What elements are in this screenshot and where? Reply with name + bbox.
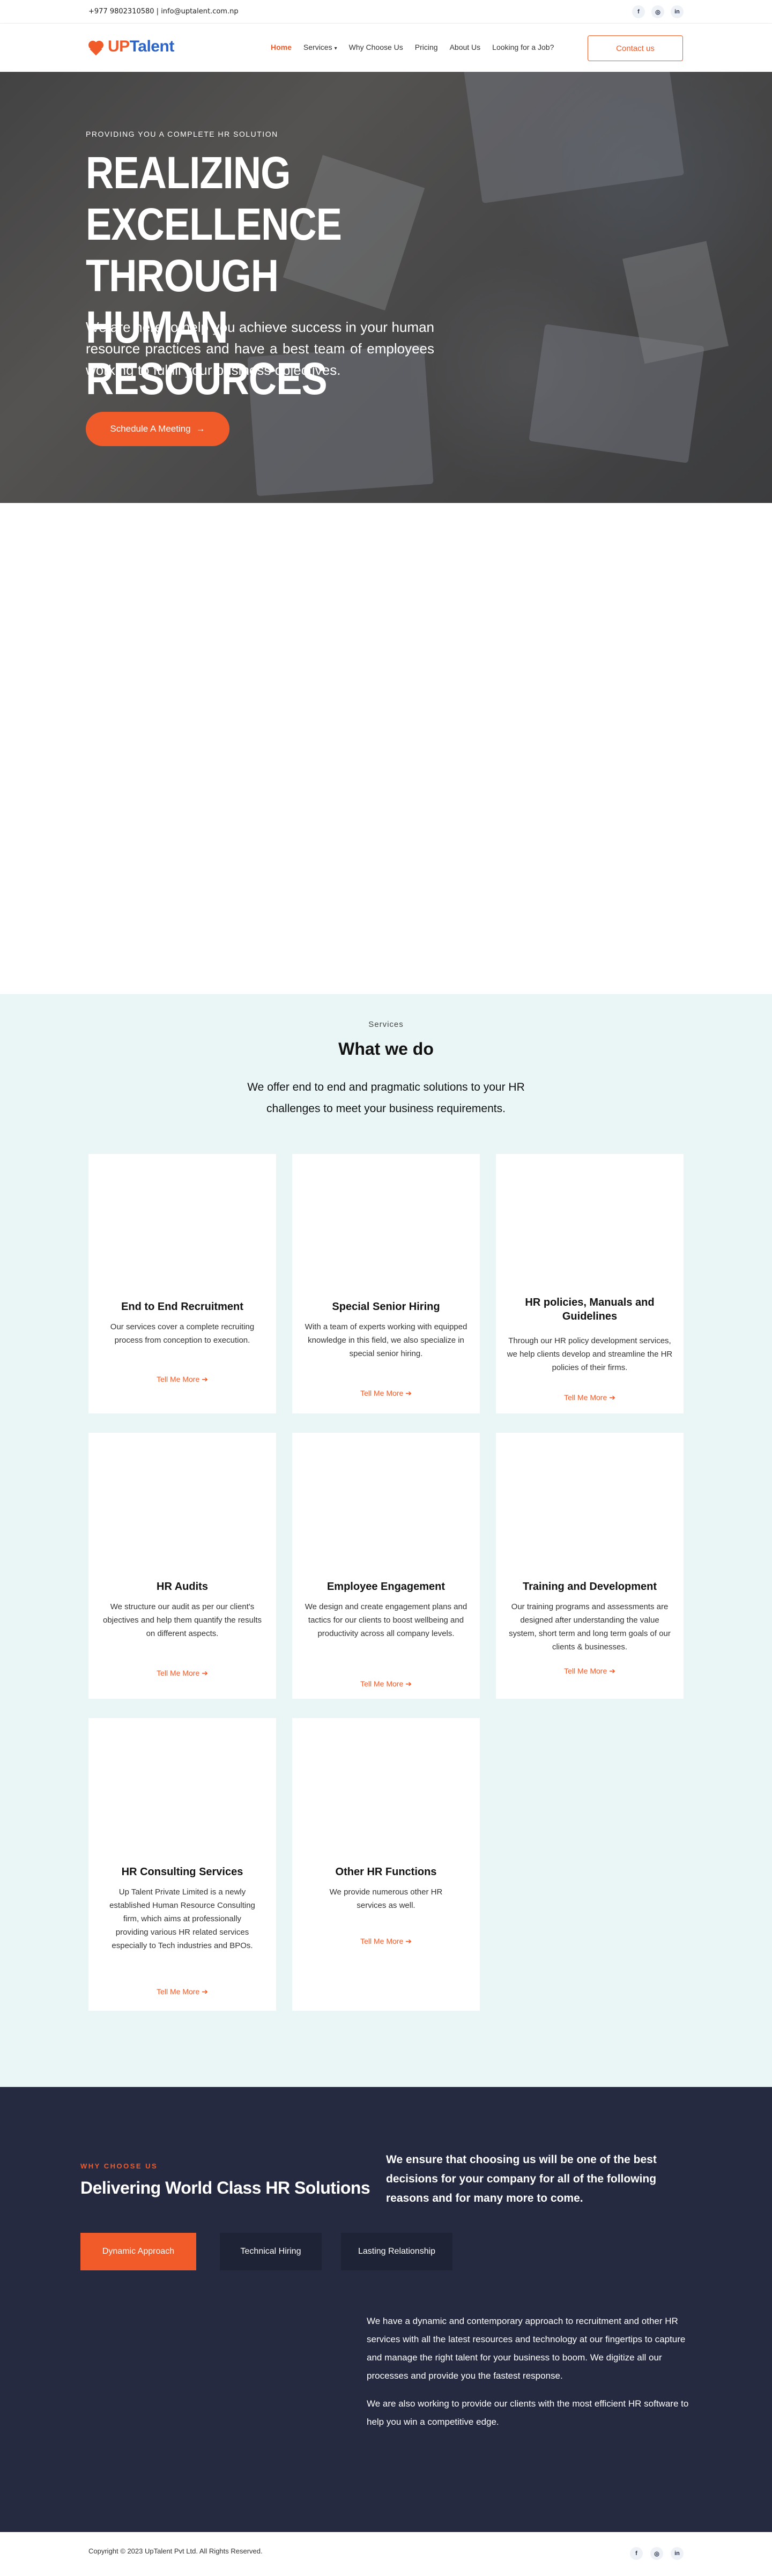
why-paragraph: We have a dynamic and contemporary appro… [367, 2316, 686, 2381]
service-card-title: HR Consulting Services [121, 1866, 243, 1878]
service-card-training: Training and Development Our training pr… [496, 1433, 684, 1699]
service-card-other-hr: Other HR Functions We provide numerous o… [292, 1718, 480, 2011]
tell-me-more-link[interactable]: Tell Me More ➔ [292, 1937, 480, 1946]
tell-me-more-link[interactable]: Tell Me More ➔ [88, 1987, 276, 1996]
service-card-employee-engagement: Employee Engagement We design and create… [292, 1433, 480, 1699]
why-title: Delivering World Class HR Solutions [80, 2178, 370, 2197]
site-header: UPTalent Home Services ▾ Why Choose Us Pr… [0, 24, 772, 72]
facebook-icon[interactable]: f [630, 2547, 643, 2560]
service-card-desc: We structure our audit as per our client… [102, 1602, 262, 1638]
tell-me-more-link[interactable]: Tell Me More ➔ [496, 1667, 684, 1676]
service-card-desc: With a team of experts working with equi… [305, 1322, 467, 1358]
service-card-desc: Our services cover a complete recruiting… [110, 1322, 255, 1345]
social-links-footer: f ◎ in [630, 2547, 684, 2560]
arrow-right-icon: ➔ [202, 1669, 208, 1677]
site-footer: Copyright © 2023 UpTalent Pvt Ltd. All R… [0, 2532, 772, 2576]
contact-info: +977 9802310580 | info@uptalent.com.np [88, 8, 239, 16]
arrow-right-icon: ➔ [405, 1679, 412, 1688]
tab-lasting-relationship[interactable]: Lasting Relationship [341, 2233, 452, 2270]
service-card-title: End to End Recruitment [121, 1301, 243, 1313]
logo[interactable]: UPTalent [88, 38, 174, 56]
arrow-right-icon: ➔ [609, 1393, 615, 1402]
service-card-title: HR Audits [157, 1581, 208, 1593]
nav-about-us[interactable]: About Us [450, 43, 481, 51]
why-choose-us-section: WHY CHOOSE US Delivering World Class HR … [0, 2087, 772, 2532]
tell-me-more-link[interactable]: Tell Me More ➔ [292, 1679, 480, 1689]
services-kicker: Services [368, 1020, 404, 1029]
main-nav: Home Services ▾ Why Choose Us Pricing Abo… [271, 43, 554, 51]
tell-me-more-label: Tell Me More [564, 1393, 607, 1402]
services-title: What we do [338, 1039, 434, 1058]
tell-me-more-link[interactable]: Tell Me More ➔ [88, 1375, 276, 1384]
tab-dynamic-approach[interactable]: Dynamic Approach [80, 2233, 196, 2270]
nav-home[interactable]: Home [271, 43, 292, 51]
tell-me-more-label: Tell Me More [157, 1375, 200, 1383]
schedule-meeting-label: Schedule A Meeting [110, 424, 191, 434]
services-subtitle: We offer end to end and pragmatic soluti… [247, 1081, 525, 1115]
service-card-desc: Our training programs and assessments ar… [509, 1602, 671, 1652]
service-card-senior-hiring: Special Senior Hiring With a team of exp… [292, 1154, 480, 1413]
services-section: Services What we do We offer end to end … [0, 994, 772, 2087]
copyright-text: Copyright © 2023 UpTalent Pvt Ltd. All R… [88, 2547, 263, 2555]
service-card-desc: Through our HR policy development servic… [507, 1336, 673, 1372]
schedule-meeting-button[interactable]: Schedule A Meeting → [86, 412, 229, 446]
tell-me-more-label: Tell Me More [157, 1669, 200, 1677]
arrow-right-icon: ➔ [609, 1667, 615, 1675]
nav-looking-for-job[interactable]: Looking for a Job? [492, 43, 554, 51]
nav-services[interactable]: Services ▾ [303, 43, 337, 51]
service-card-title: Special Senior Hiring [332, 1301, 440, 1313]
hero-section: PROVIDING YOU A COMPLETE HR SOLUTION REA… [0, 72, 772, 503]
hero-text: We are here to help you achieve success … [86, 319, 434, 378]
arrow-right-icon: ➔ [405, 1937, 412, 1945]
service-card-hr-audits: HR Audits We structure our audit as per … [88, 1433, 276, 1699]
logo-heart-icon [88, 39, 105, 56]
tell-me-more-link[interactable]: Tell Me More ➔ [496, 1393, 684, 1402]
hero-title-line: EXCELLENCE THROUGH [86, 199, 342, 301]
tell-me-more-link[interactable]: Tell Me More ➔ [88, 1669, 276, 1678]
service-card-recruitment: End to End Recruitment Our services cove… [88, 1154, 276, 1413]
service-card-title: Employee Engagement [326, 1581, 446, 1593]
linkedin-icon[interactable]: in [671, 5, 684, 18]
service-card-desc: We design and create engagement plans an… [305, 1602, 467, 1638]
service-card-title: Other HR Functions [335, 1866, 437, 1878]
tell-me-more-label: Tell Me More [360, 1937, 404, 1945]
contact-us-button[interactable]: Contact us [588, 35, 683, 61]
service-card-desc: We provide numerous other HR services as… [329, 1887, 443, 1910]
tell-me-more-label: Tell Me More [564, 1667, 607, 1675]
facebook-icon[interactable]: f [632, 5, 645, 18]
social-links-top: f ◎ in [632, 5, 684, 18]
service-card-title: HR policies, Manuals and Guidelines [525, 1297, 655, 1322]
tell-me-more-label: Tell Me More [360, 1679, 404, 1688]
tell-me-more-label: Tell Me More [157, 1987, 200, 1996]
why-kicker: WHY CHOOSE US [80, 2162, 158, 2170]
arrow-right-icon: ➔ [405, 1389, 412, 1397]
arrow-right-icon: ➔ [202, 1987, 208, 1996]
arrow-right-icon: → [196, 424, 205, 434]
hero-title-line: REALIZING [86, 147, 291, 198]
hero-kicker: PROVIDING YOU A COMPLETE HR SOLUTION [86, 130, 278, 138]
tab-technical-hiring[interactable]: Technical Hiring [220, 2233, 322, 2270]
instagram-icon[interactable]: ◎ [651, 5, 664, 18]
nav-services-label: Services [303, 43, 332, 51]
linkedin-icon[interactable]: in [671, 2547, 684, 2560]
instagram-icon[interactable]: ◎ [650, 2547, 663, 2560]
arrow-right-icon: ➔ [202, 1375, 208, 1383]
top-bar: +977 9802310580 | info@uptalent.com.np f… [0, 0, 772, 24]
why-lead: We ensure that choosing us will be one o… [386, 2153, 657, 2204]
chevron-down-icon: ▾ [334, 46, 337, 51]
tell-me-more-label: Tell Me More [360, 1389, 404, 1397]
service-card-hr-policies: HR policies, Manuals and Guidelines Thro… [496, 1154, 684, 1413]
logo-text-part2: Talent [129, 38, 175, 55]
service-card-desc: Up Talent Private Limited is a newly est… [109, 1887, 255, 1950]
logo-text-part1: UP [108, 38, 130, 55]
nav-pricing[interactable]: Pricing [415, 43, 438, 51]
service-card-title: Training and Development [522, 1581, 657, 1593]
service-card-hr-consulting: HR Consulting Services Up Talent Private… [88, 1718, 276, 2011]
tell-me-more-link[interactable]: Tell Me More ➔ [292, 1389, 480, 1398]
why-paragraph: We are also working to provide our clien… [367, 2399, 689, 2427]
nav-why-choose-us[interactable]: Why Choose Us [349, 43, 403, 51]
